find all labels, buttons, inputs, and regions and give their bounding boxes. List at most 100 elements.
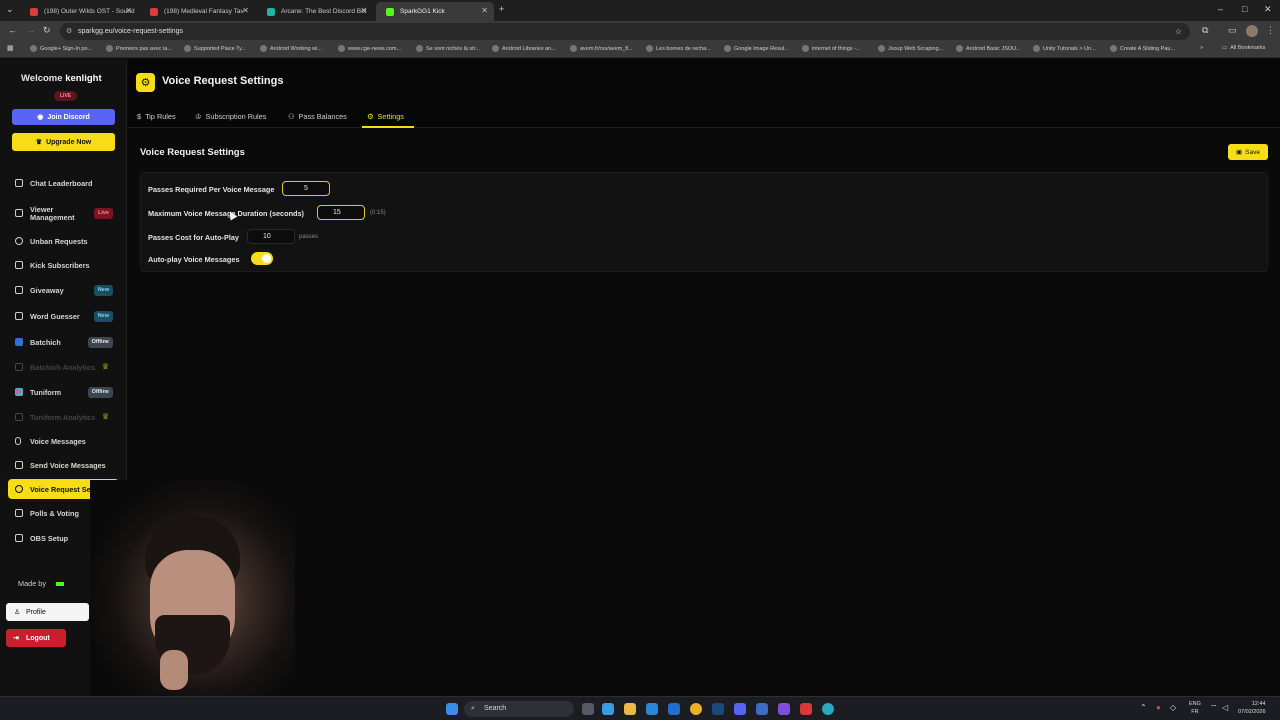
heart-icon [15, 261, 23, 269]
bookmark-item[interactable]: Android Libraries an... [492, 45, 556, 52]
maximize-icon[interactable]: □ [1242, 4, 1247, 14]
edge-icon[interactable] [602, 703, 614, 715]
bookmark-item[interactable]: Les bornes de recha... [646, 45, 711, 52]
task-view-icon[interactable] [582, 703, 594, 715]
sidebar-item-word-guesser[interactable]: Word Guesser New [8, 306, 119, 326]
tab-title: SparkGG1 Kick [400, 8, 445, 15]
bookmark-item[interactable]: Supported Place Ty... [184, 45, 246, 52]
forward-icon[interactable]: → [26, 25, 35, 35]
close-icon[interactable]: ✕ [242, 6, 249, 15]
chrome-icon[interactable] [690, 703, 702, 715]
minimize-icon[interactable]: – [1218, 4, 1223, 14]
max-duration-input[interactable]: 15 [317, 205, 365, 220]
logout-button[interactable]: ⇥ Logout [6, 629, 66, 647]
passes-required-input[interactable]: 5 [282, 181, 330, 196]
bookmark-item[interactable]: Android Basic JSOU... [956, 45, 1021, 52]
network-icon[interactable]: ⌔ [1210, 703, 1218, 713]
bookmark-item[interactable]: www.cge-news.com... [338, 45, 401, 52]
all-bookmarks[interactable]: ▭ All Bookmarks [1222, 45, 1265, 51]
bookmark-item[interactable]: Create A Sliding Pau... [1110, 45, 1175, 52]
mail-icon[interactable] [668, 703, 680, 715]
bookmark-item[interactable]: Unity Tutorials > Un... [1033, 45, 1096, 52]
save-button[interactable]: ▣ Save [1228, 144, 1268, 160]
close-window-icon[interactable]: ✕ [1264, 4, 1272, 15]
bookmark-item[interactable]: Google+ Sign-In po... [30, 45, 92, 52]
unban-icon [15, 237, 23, 245]
tray-icon[interactable]: ◇ [1170, 703, 1176, 712]
windows-start-icon[interactable] [446, 703, 458, 715]
store-icon[interactable] [646, 703, 658, 715]
browser-tab[interactable]: (198) Medieval Fantasy Tav ✕ [140, 2, 255, 21]
apps-icon[interactable]: ▦ [7, 44, 14, 52]
settings-gear-icon: ⚙ [136, 73, 155, 92]
language-indicator[interactable]: ENG FR [1189, 700, 1201, 716]
bookmark-item[interactable]: Se sont nichés là str... [416, 45, 480, 52]
app-icon[interactable] [756, 703, 768, 715]
volume-icon[interactable]: ◁ [1222, 703, 1228, 712]
crown-icon: ♔ [195, 112, 202, 121]
autoplay-toggle[interactable] [251, 252, 273, 265]
tab-settings[interactable]: ⚙ Settings [367, 112, 404, 121]
taskbar-search[interactable]: ⌕ Search [464, 701, 574, 717]
sidebar-item-tuniform-analytics: Tuniform Analytics ♛ [8, 407, 119, 427]
sidebar-item-unban-requests[interactable]: Unban Requests [8, 231, 119, 251]
gear-icon [15, 485, 23, 493]
tab-subscription-rules[interactable]: ♔ Subscription Rules [195, 112, 266, 121]
app-icon[interactable] [800, 703, 812, 715]
browser-tab-bar: ⌄ (198) Outer Wilds OST - Sound ✕ (198) … [0, 0, 1280, 21]
sidebar-item-kick-subscribers[interactable]: Kick Subscribers [8, 255, 119, 275]
upgrade-now-button[interactable]: ♛ Upgrade Now [12, 133, 115, 151]
profile-avatar[interactable] [1246, 25, 1258, 37]
discord-icon[interactable] [734, 703, 746, 715]
profile-button[interactable]: ♙ Profile [6, 603, 89, 621]
new-tab-icon[interactable]: + [499, 4, 504, 14]
sidebar-item-chat-leaderboard[interactable]: Chat Leaderboard [8, 173, 119, 193]
file-explorer-icon[interactable] [624, 703, 636, 715]
bookmark-item[interactable]: avem.fr/rss/avem_fl... [570, 45, 633, 52]
site-info-icon[interactable]: ⚙ [66, 23, 72, 40]
join-discord-button[interactable]: ◉ Join Discord [12, 109, 115, 125]
tab-pass-balances[interactable]: ⚇ Pass Balances [288, 112, 347, 121]
menu-icon[interactable]: ⋮ [1266, 25, 1275, 36]
sidebar-item-send-voice-messages[interactable]: Send Voice Messages [8, 455, 119, 475]
cast-icon[interactable]: ▭ [1228, 25, 1237, 36]
bookmark-item[interactable]: Premiers pas avec la... [106, 45, 172, 52]
browser-tab[interactable]: (198) Outer Wilds OST - Sound ✕ [20, 2, 138, 21]
browser-tab[interactable]: Arcane: The Best Discord Bot ✕ [257, 2, 373, 21]
clock[interactable]: 12:44 07/02/2026 [1238, 700, 1266, 716]
bookmark-item[interactable]: Jsoup Web Scraping... [878, 45, 943, 52]
close-icon[interactable]: ✕ [481, 6, 488, 15]
chevron-right-icon[interactable]: » [1200, 45, 1203, 51]
tab-tip-rules[interactable]: $ Tip Rules [137, 112, 176, 121]
close-icon[interactable]: ✕ [360, 6, 367, 15]
tray-icon[interactable]: ● [1156, 703, 1161, 712]
star-icon[interactable]: ☆ [1175, 23, 1182, 40]
webcam-overlay [90, 480, 295, 696]
sidebar-item-tuniform[interactable]: Tuniform Offline [8, 382, 119, 402]
autoplay-cost-input[interactable]: 10 [247, 229, 295, 244]
monitor-icon [15, 534, 23, 542]
bookmarks-bar: ▦ Google+ Sign-In po... Premiers pas ave… [0, 42, 1280, 58]
sidebar-item-voice-messages[interactable]: Voice Messages [8, 431, 119, 451]
live-badge: Live [93, 208, 113, 219]
microphone-icon [15, 437, 21, 445]
url-input[interactable]: ⚙ sparkgg.eu/voice-request-settings ☆ [60, 23, 1190, 40]
back-icon[interactable]: ← [8, 25, 17, 35]
browser-tab-active[interactable]: SparkGG1 Kick ✕ [376, 2, 494, 21]
app-icon[interactable] [822, 703, 834, 715]
close-icon[interactable]: ✕ [125, 6, 132, 15]
extensions-icon[interactable]: ⧉ [1202, 25, 1208, 36]
bookmark-item[interactable]: Android Working wi... [260, 45, 322, 52]
chevron-up-icon[interactable]: ⌃ [1140, 703, 1147, 712]
steam-icon[interactable] [712, 703, 724, 715]
reload-icon[interactable]: ↻ [43, 25, 51, 36]
bookmark-item[interactable]: Google Image Resul... [724, 45, 789, 52]
batchich-icon [15, 338, 23, 346]
tab-search-icon[interactable]: ⌄ [6, 4, 14, 15]
folder-icon: ▭ [1222, 45, 1228, 51]
app-icon[interactable] [778, 703, 790, 715]
sidebar-item-giveaway[interactable]: Giveaway New [8, 280, 119, 300]
bookmark-item[interactable]: internet of things -... [802, 45, 861, 52]
sidebar-item-viewer-management[interactable]: Viewer Management Live [8, 203, 119, 225]
sidebar-item-batchich[interactable]: Batchich Offline [8, 332, 119, 352]
